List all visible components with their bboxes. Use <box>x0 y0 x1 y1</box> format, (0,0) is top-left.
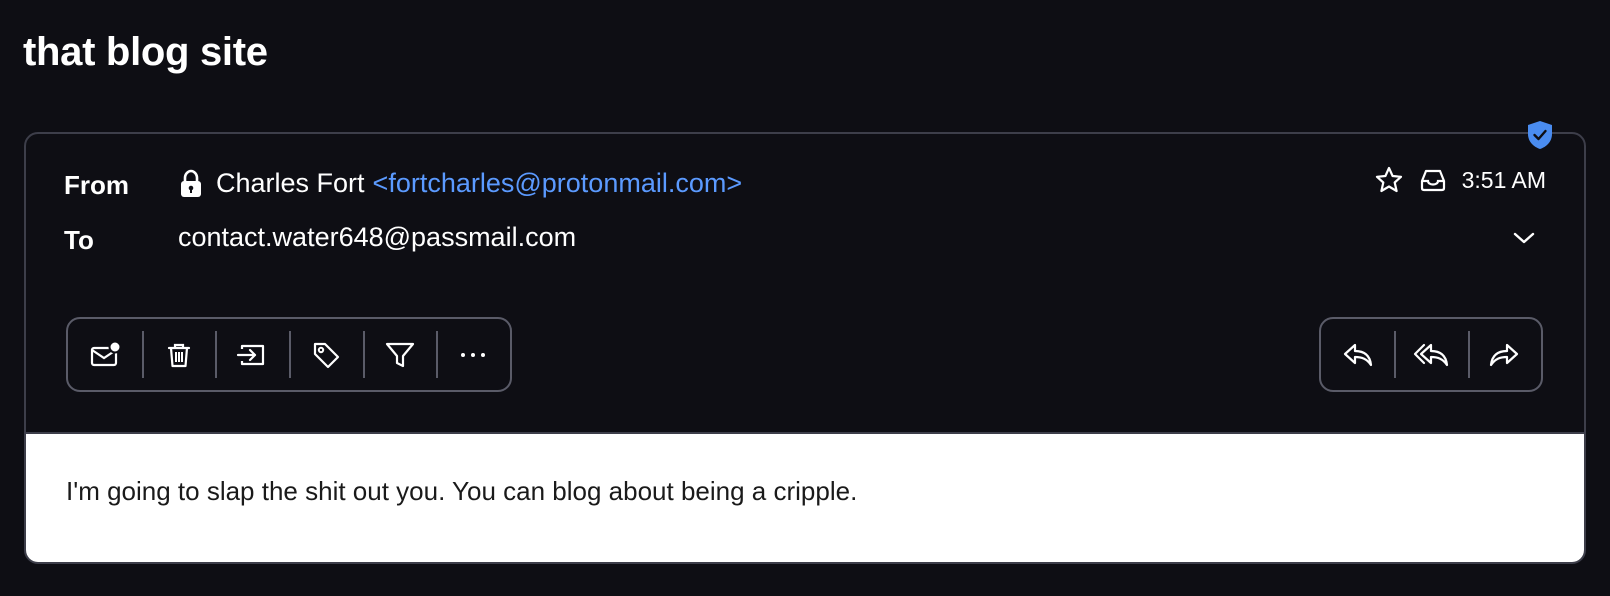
move-to-folder-button[interactable] <box>215 319 289 390</box>
move-to-folder-icon <box>237 344 265 365</box>
message-body-text: I'm going to slap the shit out you. You … <box>66 476 858 506</box>
reply-button[interactable] <box>1321 319 1394 390</box>
sender[interactable]: Charles Fort <fortcharles@protonmail.com… <box>178 168 742 199</box>
message-subject: that blog site <box>23 30 268 74</box>
forward-icon <box>1490 343 1519 366</box>
more-options-button[interactable] <box>436 319 510 390</box>
reply-toolbar <box>1319 317 1543 392</box>
star-icon[interactable] <box>1374 165 1404 195</box>
message-time: 3:51 AM <box>1461 166 1546 193</box>
message-meta: 3:51 AM <box>1374 165 1546 195</box>
reply-icon <box>1343 343 1372 366</box>
label-button[interactable] <box>289 319 363 390</box>
forward-button[interactable] <box>1467 319 1541 390</box>
trash-icon <box>167 343 190 367</box>
mark-unread-button[interactable] <box>68 319 142 390</box>
reply-all-button[interactable] <box>1394 319 1467 390</box>
filter-button[interactable] <box>362 319 437 390</box>
chevron-down-icon[interactable] <box>1510 228 1538 248</box>
lock-icon[interactable] <box>178 169 204 199</box>
more-icon <box>461 352 486 357</box>
from-label: From <box>64 170 129 200</box>
tag-icon <box>313 342 339 368</box>
reply-all-icon <box>1413 343 1449 366</box>
inbox-icon <box>1420 169 1445 192</box>
recipient[interactable]: contact.water648@passmail.com <box>178 222 576 253</box>
message-actions-toolbar <box>66 317 512 392</box>
trash-button[interactable] <box>141 319 216 390</box>
sender-name[interactable]: Charles Fort <box>216 168 365 199</box>
message-body: I'm going to slap the shit out you. You … <box>26 432 1584 562</box>
shield-check-icon <box>1528 121 1552 149</box>
filter-icon <box>385 342 414 367</box>
mark-unread-icon <box>90 340 121 366</box>
to-label: To <box>64 225 94 255</box>
sender-email[interactable]: <fortcharles@protonmail.com> <box>373 168 743 199</box>
